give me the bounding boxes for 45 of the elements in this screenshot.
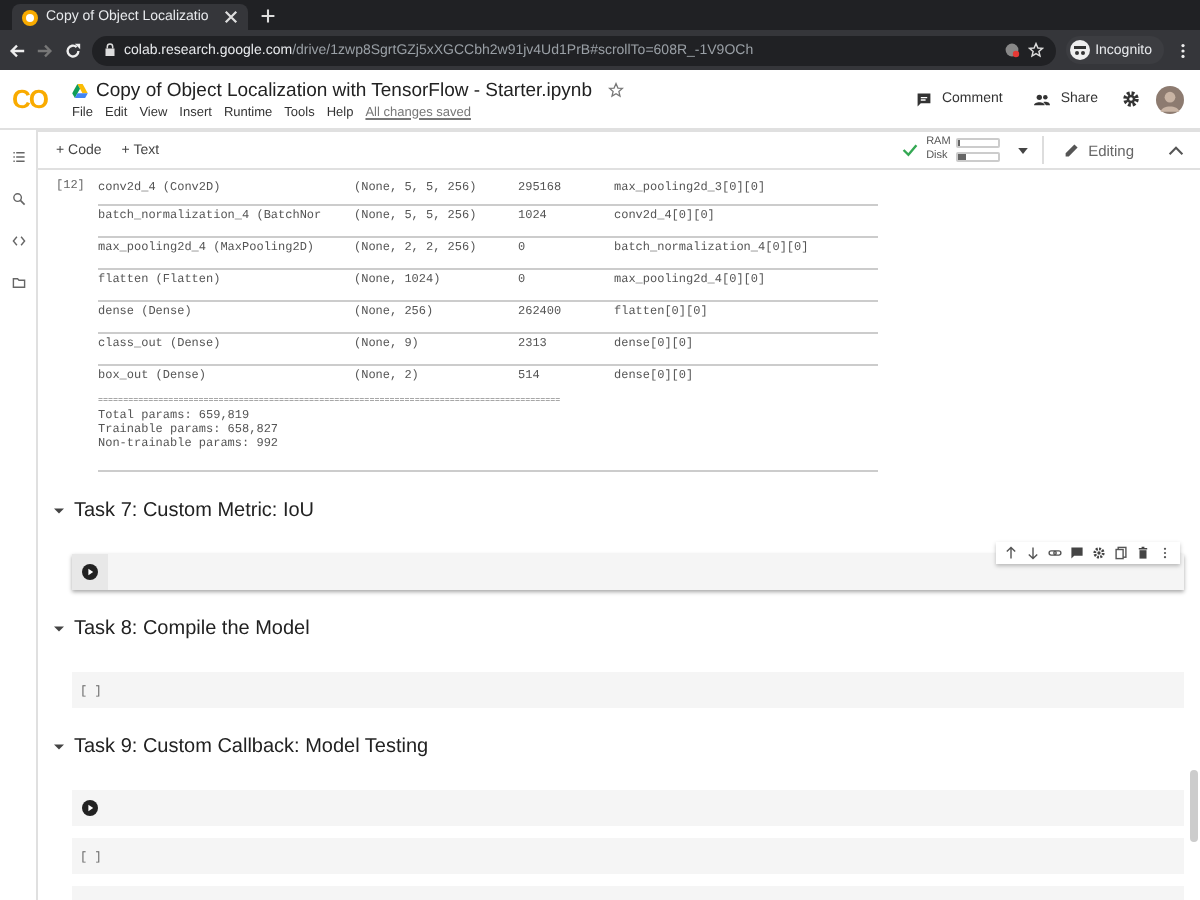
reload-icon[interactable]: [64, 41, 82, 59]
comment-icon[interactable]: [1070, 546, 1084, 560]
avatar[interactable]: [1156, 85, 1184, 113]
collapse-caret-icon[interactable]: [54, 741, 64, 751]
collapse-caret-icon[interactable]: [54, 505, 64, 515]
section-heading: Task 8: Compile the Model: [74, 617, 310, 639]
resource-meter: [956, 138, 1001, 148]
forward-icon[interactable]: [36, 41, 54, 59]
back-icon[interactable]: [8, 41, 26, 59]
delete-icon[interactable]: [1136, 546, 1150, 560]
search-icon[interactable]: [11, 192, 25, 206]
collapse-caret-icon[interactable]: [54, 623, 64, 633]
run-cell-icon[interactable]: [82, 564, 98, 580]
star-icon[interactable]: [608, 82, 624, 98]
people-icon: [1034, 91, 1051, 107]
settings-icon[interactable]: [1122, 90, 1140, 108]
caret-icon[interactable]: [1018, 147, 1029, 153]
copy-icon[interactable]: [1114, 546, 1128, 560]
move-up-icon[interactable]: [1004, 546, 1018, 560]
new-tab-icon[interactable]: [260, 8, 276, 24]
link-icon[interactable]: [1048, 546, 1062, 560]
notebook-title[interactable]: Copy of Object Localization with TensorFlow - Starter.ipynb: [96, 79, 592, 101]
section-heading: Task 9: Custom Callback: Model Testing: [74, 735, 429, 757]
folder-icon[interactable]: [11, 276, 25, 290]
more-icon[interactable]: [1158, 546, 1172, 560]
drive-icon: [72, 83, 88, 97]
colab-logo-icon: [22, 9, 38, 25]
blocked-cookie-icon[interactable]: [1003, 42, 1020, 58]
collapse-icon[interactable]: [1168, 145, 1184, 155]
scrollbar-thumb[interactable]: [1190, 770, 1198, 842]
code-cell[interactable]: [72, 790, 1184, 826]
comment-icon: [915, 91, 932, 107]
resource-meter: [956, 152, 1001, 162]
lock-icon: [104, 42, 116, 58]
check-icon: [902, 142, 919, 158]
section-heading: Task 7: Custom Metric: IoU: [74, 499, 315, 521]
run-cell-icon[interactable]: [82, 800, 98, 816]
move-down-icon[interactable]: [1026, 546, 1040, 560]
toc-icon[interactable]: [11, 150, 25, 164]
settings-icon[interactable]: [1092, 546, 1106, 560]
code-icon[interactable]: [11, 234, 25, 248]
close-icon[interactable]: [224, 10, 238, 24]
pencil-icon: [1064, 142, 1081, 158]
incognito-icon: [1069, 40, 1090, 60]
code-cell[interactable]: [72, 554, 1184, 590]
